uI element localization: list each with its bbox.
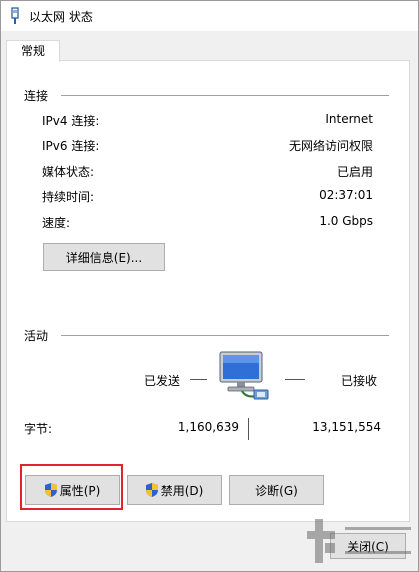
media-state-label: 媒体状态: [42,165,95,179]
ipv4-label: IPv4 连接: [42,114,100,128]
title-bar[interactable]: 以太网 状态 [1,1,418,31]
received-connector [285,379,305,380]
site-logo-icon [307,519,411,563]
received-label: 已接收 [341,374,378,388]
status-window: 以太网 状态 常规 连接 IPv4 连接: Internet IPv6 连接: … [0,0,419,572]
diagnose-button[interactable]: 诊断(G) [229,475,324,505]
details-button[interactable]: 详细信息(E)... [43,243,165,271]
disable-button[interactable]: 禁用(D) [127,475,222,505]
speed-value: 1.0 Gbps [319,214,373,228]
media-state-value: 已启用 [336,165,373,179]
highlight-frame [20,464,123,510]
window-title: 以太网 状态 [29,10,93,24]
uac-shield-icon [145,483,158,497]
general-panel: 连接 IPv4 连接: Internet IPv6 连接: 无网络访问权限 媒体… [6,60,410,522]
divider [61,335,389,336]
sent-connector [190,379,207,380]
activity-section-title: 活动 [24,329,49,343]
bytes-sent-value: 1,160,639 [177,420,239,434]
network-computer-icon [219,351,269,400]
connection-section-title: 连接 [24,89,49,103]
disable-button-label: 禁用(D) [160,483,204,498]
duration-label: 持续时间: [42,190,95,204]
tab-strip: 常规 [1,31,418,62]
divider [61,95,389,96]
speed-label: 速度: [42,216,71,230]
sent-label: 已发送 [144,374,181,388]
bytes-received-value: 13,151,554 [312,420,381,434]
duration-value: 02:37:01 [319,188,373,202]
ipv6-label: IPv6 连接: [42,139,100,153]
bytes-separator [248,418,249,440]
ipv6-value: 无网络访问权限 [288,139,373,153]
ipv4-value: Internet [325,112,373,126]
bytes-label: 字节: [24,422,53,436]
tab-general[interactable]: 常规 [6,40,60,62]
network-adapter-icon [11,7,19,24]
